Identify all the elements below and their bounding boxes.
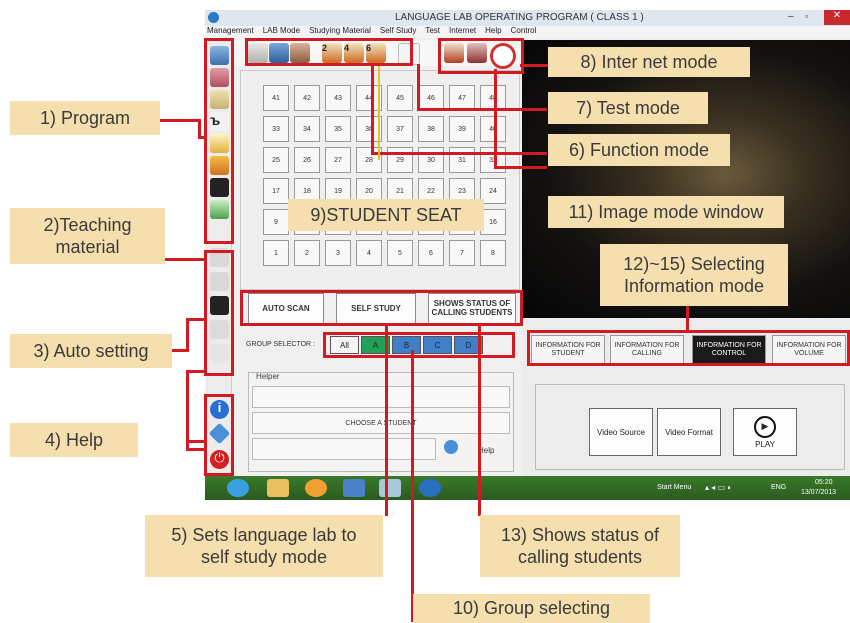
play-label: PLAY (755, 439, 775, 449)
helper-text-area (252, 386, 510, 408)
media-icon[interactable] (305, 479, 327, 497)
app-icon (208, 12, 219, 23)
callout-self-study-mode: 5) Sets language lab to self study mode (145, 515, 383, 577)
callout-info-mode: 12)~15) Selecting Information mode (600, 244, 788, 306)
helper-input[interactable] (252, 438, 436, 460)
seat-27[interactable]: 27 (325, 147, 351, 173)
callout-auto-setting: 3) Auto setting (10, 334, 172, 368)
seat-5[interactable]: 5 (387, 240, 413, 266)
maximize-icon[interactable]: ▫ (805, 11, 808, 21)
menu-self-study[interactable]: Self Study (380, 26, 416, 35)
seat-2[interactable]: 2 (294, 240, 320, 266)
language-indicator[interactable]: ENG (771, 484, 786, 491)
program-frame (204, 38, 234, 244)
seat-9[interactable]: 9 (263, 209, 289, 235)
seat-7[interactable]: 7 (449, 240, 475, 266)
menu-studying-material[interactable]: Studying Material (309, 26, 371, 35)
seat-40[interactable]: 40 (480, 116, 506, 142)
seat-3[interactable]: 3 (325, 240, 351, 266)
menu-help[interactable]: Help (485, 26, 501, 35)
close-icon[interactable]: ✕ (824, 10, 850, 25)
menu-lab-mode[interactable]: LAB Mode (263, 26, 300, 35)
seat-8[interactable]: 8 (480, 240, 506, 266)
seat-29[interactable]: 29 (387, 147, 413, 173)
choose-student-label: CHOOSE A STUDENT (345, 419, 417, 427)
toolbar-left-frame (245, 38, 413, 66)
clock-date: 13/07/2013 (801, 489, 837, 496)
teaching-frame (204, 250, 234, 376)
app-2-icon[interactable] (379, 479, 401, 497)
toolbar-right-frame (438, 38, 524, 74)
minimize-icon[interactable]: – (788, 11, 794, 22)
choose-student-field[interactable]: CHOOSE A STUDENT (252, 412, 510, 434)
seat-6[interactable]: 6 (418, 240, 444, 266)
seat-43[interactable]: 43 (325, 85, 351, 111)
play-button[interactable]: ▶ PLAY (733, 408, 797, 456)
seat-41[interactable]: 41 (263, 85, 289, 111)
menu-control[interactable]: Control (511, 26, 537, 35)
callout-student-seat: 9)STUDENT SEAT (288, 199, 484, 231)
callout-help: 4) Help (10, 423, 138, 457)
title-bar: LANGUAGE LAB OPERATING PROGRAM ( CLASS 1… (205, 10, 850, 26)
seat-4[interactable]: 4 (356, 240, 382, 266)
seat-35[interactable]: 35 (325, 116, 351, 142)
app-1-icon[interactable] (343, 479, 365, 497)
seat-1[interactable]: 1 (263, 240, 289, 266)
video-format-button[interactable]: Video Format (657, 408, 721, 456)
seat-33[interactable]: 33 (263, 116, 289, 142)
clock-time: 05:20 (815, 479, 833, 486)
buttons-frame (240, 290, 523, 326)
group-frame (323, 332, 515, 358)
start-menu-label[interactable]: Start Menu (657, 484, 691, 491)
seat-39[interactable]: 39 (449, 116, 475, 142)
help-bubble-icon[interactable] (444, 440, 458, 454)
callout-image-window: 11) Image mode window (548, 196, 784, 228)
callout-function-mode: 6) Function mode (548, 134, 730, 166)
seat-38[interactable]: 38 (418, 116, 444, 142)
seat-26[interactable]: 26 (294, 147, 320, 173)
globe-icon[interactable] (419, 479, 441, 497)
callout-teaching-material: 2)Teaching material (10, 208, 165, 264)
video-source-button[interactable]: Video Source (589, 408, 653, 456)
student-seat-grid: 41 42 43 44 45 46 47 48 33 34 35 36 37 38 39 40 25 26 27 28… (245, 85, 515, 275)
play-icon: ▶ (754, 415, 776, 438)
menu-test[interactable]: Test (425, 26, 440, 35)
seat-45[interactable]: 45 (387, 85, 413, 111)
seat-34[interactable]: 34 (294, 116, 320, 142)
menu-management[interactable]: Management (207, 26, 254, 35)
seat-25[interactable]: 25 (263, 147, 289, 173)
callout-test-mode: 7) Test mode (548, 92, 708, 124)
tray-icons: ▴ ◂ ▭ ◐ (705, 483, 733, 492)
helper-title: Helper (256, 372, 280, 381)
info-frame (527, 330, 850, 366)
group-selector-label: GROUP SELECTOR : (246, 341, 315, 348)
browser-icon[interactable] (227, 479, 249, 497)
window-title: LANGUAGE LAB OPERATING PROGRAM ( CLASS 1… (395, 12, 644, 23)
menu-bar: Management LAB Mode Studying Material Self … (205, 26, 850, 38)
callout-group-selecting: 10) Group selecting (413, 594, 650, 623)
explorer-icon[interactable] (267, 479, 289, 497)
menu-internet[interactable]: Internet (449, 26, 476, 35)
seat-17[interactable]: 17 (263, 178, 289, 204)
taskbar: Start Menu ▴ ◂ ▭ ◐ ENG 05:20 13/07/2013 (205, 476, 850, 500)
seat-30[interactable]: 30 (418, 147, 444, 173)
seat-31[interactable]: 31 (449, 147, 475, 173)
seat-37[interactable]: 37 (387, 116, 413, 142)
callout-program: 1) Program (10, 101, 160, 135)
callout-calling-status: 13) Shows status of calling students (480, 515, 680, 577)
callout-internet-mode: 8) Inter net mode (548, 47, 750, 77)
seat-32[interactable]: 32 (480, 147, 506, 173)
seat-42[interactable]: 42 (294, 85, 320, 111)
help-frame (204, 394, 234, 476)
function-mode-yellow-line (378, 66, 380, 160)
